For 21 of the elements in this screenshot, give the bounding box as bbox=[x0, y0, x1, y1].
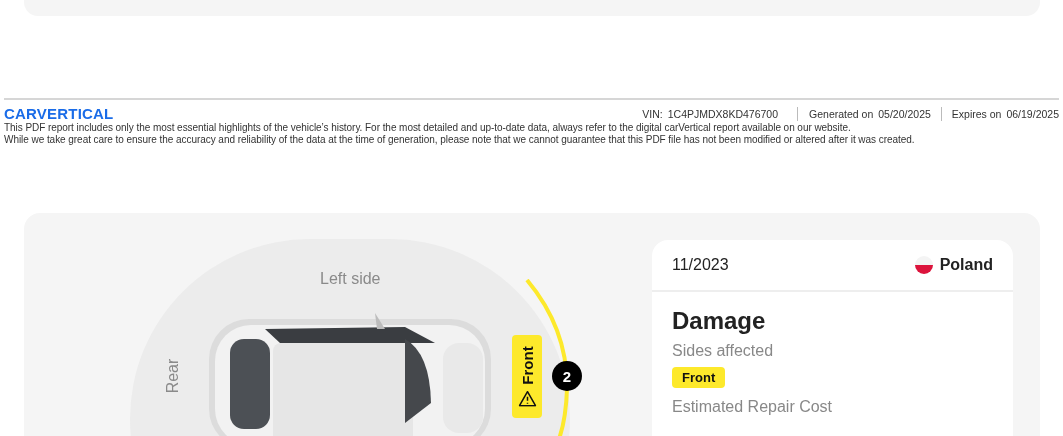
country-name: Poland bbox=[939, 256, 993, 274]
generated-label: Generated on bbox=[808, 107, 875, 120]
event-title: Damage bbox=[672, 306, 766, 336]
sides-label: Sides affected bbox=[672, 342, 774, 360]
badge-text: Front bbox=[518, 345, 536, 385]
warning-icon bbox=[518, 390, 536, 407]
event-date: 11/2023 bbox=[672, 256, 729, 274]
vin-label: VIN: bbox=[642, 107, 664, 120]
side-label: Left side bbox=[320, 270, 381, 288]
flag-icon bbox=[914, 256, 933, 274]
disclaimer-text: This PDF report includes only the most essential highlights of the vehicle’s history. For the most detailed and up-to-date data, always refer to the digital carVertical report available on our website. bbox=[4, 122, 852, 134]
vin-text: 1C4PJMDX8KD476700 bbox=[667, 107, 780, 120]
damage-count: 2 bbox=[552, 361, 582, 391]
side-label: Rear bbox=[164, 358, 182, 394]
logo: CARVERTICAL bbox=[4, 105, 114, 122]
generated-date: 05/20/2025 bbox=[878, 107, 932, 120]
disclaimer-text: While we take great care to ensure the accuracy and reliability of the data at the time of generation, please note that we cannot guarantee that this PDF file has not been modified or altered after it was created. bbox=[4, 134, 916, 146]
cost-label: Estimated Repair Cost bbox=[672, 398, 833, 416]
side-tag: Front bbox=[672, 367, 726, 388]
expires-date: 06/19/2025 bbox=[1006, 107, 1059, 120]
expires-label: Expires on bbox=[950, 107, 1003, 120]
